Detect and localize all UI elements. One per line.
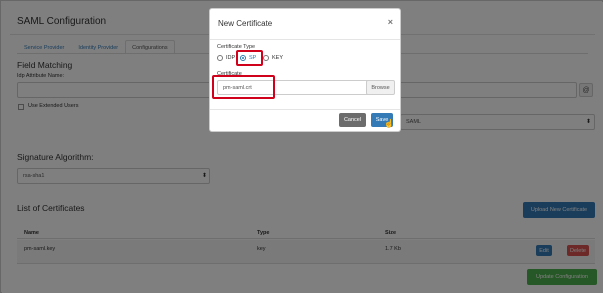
cancel-button[interactable]: Cancel [339, 113, 366, 127]
highlight-certificate-field [212, 75, 275, 99]
browse-button[interactable]: Browse [366, 80, 395, 95]
modal-title: New Certificate [218, 19, 273, 28]
radio-key-label: KEY [272, 55, 284, 61]
radio-idp-label: IDP [226, 55, 236, 61]
cursor-icon: ☝ [384, 119, 394, 128]
close-icon[interactable]: × [388, 17, 393, 27]
modal-footer-divider [210, 109, 400, 110]
radio-idp[interactable] [217, 55, 223, 61]
new-certificate-modal: New Certificate × Certificate Type IDP S… [209, 8, 401, 132]
highlight-sp-option [236, 50, 263, 66]
modal-header-divider [210, 39, 400, 40]
radio-key[interactable] [263, 55, 269, 61]
